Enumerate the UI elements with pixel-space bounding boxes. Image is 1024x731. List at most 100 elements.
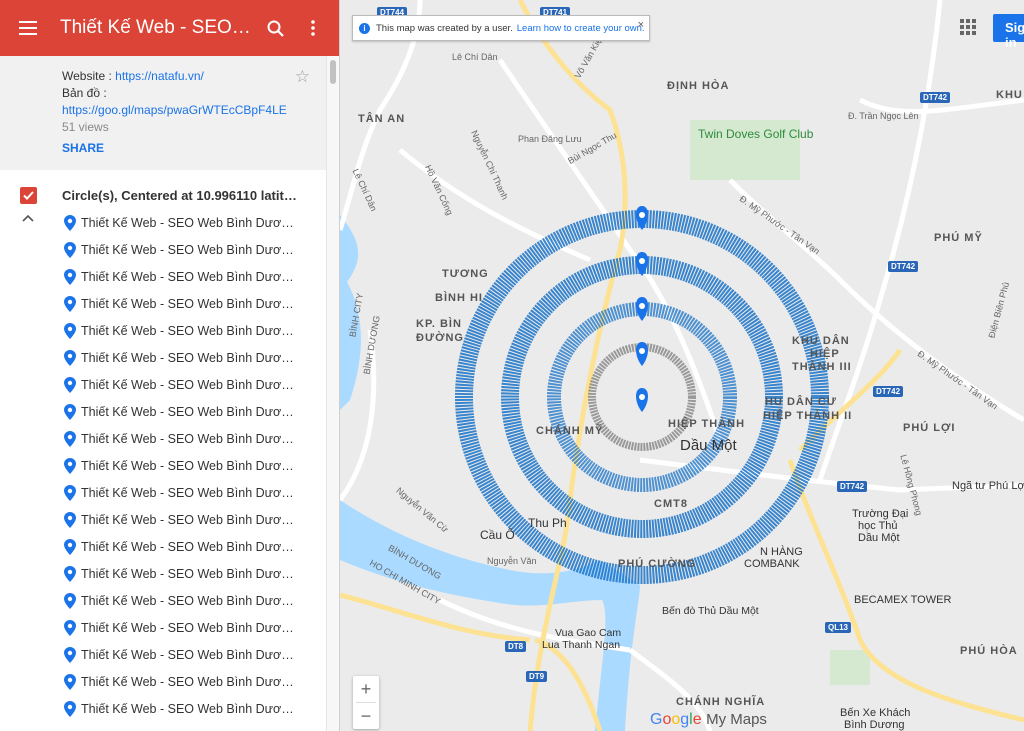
- notice-link[interactable]: Learn how to create your own.: [517, 23, 645, 34]
- zoom-control: + −: [353, 676, 379, 729]
- info-icon: i: [359, 22, 370, 34]
- place-marker-icon: [64, 511, 76, 528]
- feature-label: Thiết Kế Web - SEO Web Bình Dương - Nata…: [81, 458, 296, 473]
- route-shield-dt8: DT8: [505, 641, 527, 652]
- feature-item[interactable]: Thiết Kế Web - SEO Web Bình Dương - Nata…: [0, 479, 339, 506]
- place-marker-icon: [64, 214, 76, 231]
- map-description: Website : https://natafu.vn/ Bản đồ : ht…: [0, 56, 326, 170]
- collapse-chevron-icon[interactable]: [20, 211, 36, 227]
- feature-item[interactable]: Thiết Kế Web - SEO Web Bình Dương - Nata…: [0, 641, 339, 668]
- place-marker-icon: [64, 403, 76, 420]
- feature-label: Thiết Kế Web - SEO Web Bình Dương - Nata…: [81, 485, 296, 500]
- feature-item[interactable]: Thiết Kế Web - SEO Web Bình Dương - Nata…: [0, 425, 339, 452]
- place-marker-icon: [64, 268, 76, 285]
- map-label-thu-pho: Thu Ph: [528, 516, 567, 530]
- feature-item[interactable]: Thiết Kế Web - SEO Web Bình Dương - Nata…: [0, 209, 339, 236]
- feature-item[interactable]: Thiết Kế Web - SEO Web Bình Dương - Nata…: [0, 587, 339, 614]
- search-icon[interactable]: [255, 0, 295, 56]
- feature-item[interactable]: Thiết Kế Web - SEO Web Bình Dương - Nata…: [0, 344, 339, 371]
- sign-in-button[interactable]: Sign in: [993, 14, 1024, 50]
- feature-item[interactable]: Thiết Kế Web - SEO Web Bình Dương - Nata…: [0, 506, 339, 533]
- google-my-maps-logo: Google My Maps: [650, 711, 767, 728]
- feature-label: Thiết Kế Web - SEO Web Bình Dương - Nata…: [81, 350, 296, 365]
- zoom-in-button[interactable]: +: [353, 676, 379, 702]
- map-label-ben-xe-2: Bình Dương: [844, 719, 905, 731]
- feature-item[interactable]: Thiết Kế Web - SEO Web Bình Dương - Nata…: [0, 668, 339, 695]
- route-shield-dt742a: DT742: [920, 92, 951, 103]
- legend-panel: Thiết Kế Web - SEO Web Bình Dương Websit…: [0, 0, 340, 731]
- map-label-twin-doves: Twin Doves Golf Club: [698, 127, 814, 141]
- route-shield-dt9: DT9: [526, 671, 548, 682]
- title-bar: Thiết Kế Web - SEO Web Bình Dương: [0, 0, 339, 56]
- notice-text: This map was created by a user.: [376, 22, 513, 34]
- map-pin-dot: [639, 212, 645, 218]
- map-label-cau-ong: Cầu Ô: [480, 528, 515, 542]
- place-marker-icon: [64, 322, 76, 339]
- scrollbar[interactable]: [326, 56, 339, 731]
- share-button[interactable]: SHARE: [62, 140, 310, 157]
- zoom-out-button[interactable]: −: [353, 703, 379, 729]
- place-marker-icon: [64, 349, 76, 366]
- map-label-hiep-thanh-ii: HIỆP THÀNH II: [763, 410, 853, 422]
- feature-item[interactable]: Thiết Kế Web - SEO Web Bình Dương - Nata…: [0, 371, 339, 398]
- website-link[interactable]: https://natafu.vn/: [115, 69, 204, 83]
- feature-item[interactable]: Thiết Kế Web - SEO Web Bình Dương - Nata…: [0, 263, 339, 290]
- feature-item[interactable]: Thiết Kế Web - SEO Web Bình Dương - Nata…: [0, 614, 339, 641]
- feature-label: Thiết Kế Web - SEO Web Bình Dương - Nata…: [81, 404, 296, 419]
- feature-item[interactable]: Thiết Kế Web - SEO Web Bình Dương - Nata…: [0, 317, 339, 344]
- map-canvas[interactable]: ĐỊNH HÒA TÂN AN Twin Doves Golf Club PHÚ…: [340, 0, 1024, 731]
- feature-item[interactable]: Thiết Kế Web - SEO Web Bình Dương - Nata…: [0, 290, 339, 317]
- feature-item[interactable]: Thiết Kế Web - SEO Web Bình Dương - Nata…: [0, 398, 339, 425]
- feature-item[interactable]: Thiết Kế Web - SEO Web Bình Dương - Nata…: [0, 560, 339, 587]
- apps-grid-icon[interactable]: [960, 19, 976, 35]
- hamburger-menu-icon[interactable]: [0, 0, 56, 56]
- road-le-chi-dan: Lê Chí Dân: [452, 52, 498, 62]
- map-label-vua-gao-2: Lua Thanh Ngan: [542, 639, 621, 651]
- map-label-ben-xe-1: Bến Xe Khách: [840, 707, 911, 719]
- scrollbar-thumb[interactable]: [330, 60, 336, 84]
- feature-item[interactable]: Thiết Kế Web - SEO Web Bình Dương - Nata…: [0, 452, 339, 479]
- map-label-truong-dh-2: học Thủ: [858, 520, 898, 532]
- map-label-khu-dan: KHU DÂN: [792, 335, 850, 347]
- close-icon[interactable]: ×: [638, 19, 644, 31]
- place-marker-icon: [64, 295, 76, 312]
- map-title: Thiết Kế Web - SEO Web Bình Dương: [60, 17, 255, 38]
- place-marker-icon: [64, 538, 76, 555]
- feature-label: Thiết Kế Web - SEO Web Bình Dương - Nata…: [81, 377, 296, 392]
- more-vert-icon[interactable]: [295, 0, 331, 56]
- feature-label: Thiết Kế Web - SEO Web Bình Dương - Nata…: [81, 593, 296, 608]
- feature-label: Thiết Kế Web - SEO Web Bình Dương - Nata…: [81, 242, 296, 257]
- map-label-ben-do: Bến đò Thủ Dầu Một: [662, 605, 759, 617]
- website-label: Website :: [62, 69, 112, 83]
- place-marker-icon: [64, 484, 76, 501]
- map-label-vua-gao-1: Vua Gao Cam: [555, 627, 622, 639]
- map-label-phu-my: PHÚ MỸ: [934, 232, 983, 244]
- layer-title: Circle(s), Centered at 10.996110 latitud…: [62, 187, 302, 203]
- circle-overlay: [455, 206, 829, 584]
- feature-label: Thiết Kế Web - SEO Web Bình Dương - Nata…: [81, 539, 296, 554]
- place-marker-icon: [64, 673, 76, 690]
- layer-header: Circle(s), Centered at 10.996110 latitud…: [0, 181, 339, 209]
- feature-item[interactable]: Thiết Kế Web - SEO Web Bình Dương - Nata…: [0, 533, 339, 560]
- place-marker-icon: [64, 592, 76, 609]
- map-label-thanh-iii: THÀNH III: [792, 361, 852, 373]
- feature-label: Thiết Kế Web - SEO Web Bình Dương - Nata…: [81, 296, 296, 311]
- layer-section: Circle(s), Centered at 10.996110 latitud…: [0, 170, 339, 722]
- layer-checkbox[interactable]: [20, 186, 37, 204]
- map-label-hiep: HIỆP: [810, 348, 840, 360]
- map-label-becamex: BECAMEX TOWER: [854, 594, 952, 606]
- feature-label: Thiết Kế Web - SEO Web Bình Dương - Nata…: [81, 323, 296, 338]
- star-icon[interactable]: ☆: [295, 68, 310, 85]
- place-marker-icon: [64, 619, 76, 636]
- feature-item[interactable]: Thiết Kế Web - SEO Web Bình Dương - Nata…: [0, 236, 339, 263]
- map-link[interactable]: https://goo.gl/maps/pwaGrWTEcCBpF4LE: [62, 103, 287, 117]
- map-label-hu-dan-cu: HU DÂN CƯ: [765, 396, 837, 408]
- map-label-phu-cuong: PHÚ CƯỜNG: [618, 558, 697, 570]
- feature-label: Thiết Kế Web - SEO Web Bình Dương - Nata…: [81, 215, 296, 230]
- route-shield-dt742d: DT742: [837, 481, 868, 492]
- feature-item[interactable]: Thiết Kế Web - SEO Web Bình Dương - Nata…: [0, 695, 339, 722]
- feature-label: Thiết Kế Web - SEO Web Bình Dương - Nata…: [81, 701, 296, 716]
- map-label-nga-tu-phu-loi: Ngã tư Phú Lợi: [952, 480, 1024, 492]
- road-nguyen-van: Nguyễn Văn: [487, 556, 537, 566]
- route-shield-dt742c: DT742: [873, 386, 904, 397]
